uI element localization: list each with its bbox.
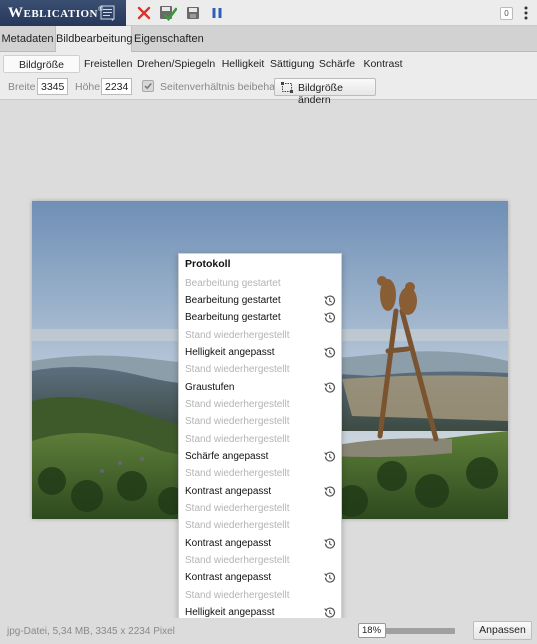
- subtab-saettigung[interactable]: Sättigung: [270, 55, 314, 73]
- status-bar: jpg-Datei, 5,34 MB, 3345 x 2234 Pixel 18…: [0, 618, 537, 644]
- zoom-slider[interactable]: 18%: [358, 623, 455, 638]
- edit-function-tabs: Bildgröße ändern Freistellen Drehen/Spie…: [0, 52, 537, 89]
- zoom-track[interactable]: [378, 628, 455, 634]
- history-entry-label: Bearbeitung gestartet: [185, 312, 281, 324]
- history-entry-label: Helligkeit angepasst: [185, 346, 275, 358]
- checkmark-icon: [144, 83, 152, 90]
- history-restore-icon[interactable]: [323, 294, 336, 307]
- width-input[interactable]: [37, 78, 68, 95]
- brand-logo[interactable]: Weblication®: [0, 0, 126, 26]
- history-entry-label: Schärfe angepasst: [185, 451, 269, 462]
- history-restore-icon[interactable]: [323, 485, 336, 498]
- history-entry[interactable]: Bearbeitung gestartet: [179, 292, 341, 309]
- subtab-freistellen[interactable]: Freistellen: [84, 55, 132, 73]
- fit-button[interactable]: Anpassen: [473, 621, 532, 640]
- history-entry[interactable]: Helligkeit angepasst: [179, 344, 341, 361]
- subtab-drehen-spiegeln[interactable]: Drehen/Spiegeln: [137, 55, 215, 73]
- history-entry[interactable]: Graustufen: [179, 379, 341, 396]
- history-entry-label: Stand wiederhergestellt: [185, 503, 290, 515]
- notification-counter[interactable]: 0: [500, 7, 513, 20]
- history-entry-label: Kontrast angepasst: [185, 485, 272, 497]
- save-check-icon[interactable]: [159, 4, 177, 22]
- history-entry[interactable]: Kontrast angepasst: [179, 535, 341, 552]
- history-entry: Stand wiederhergestellt: [179, 465, 341, 482]
- history-entry-label: Bearbeitung gestartet: [185, 277, 281, 289]
- history-entry: Stand wiederhergestellt: [179, 431, 341, 448]
- width-label: Breite: [8, 81, 36, 93]
- disk-icon[interactable]: [184, 4, 202, 22]
- history-entry-label: Stand wiederhergestellt: [185, 364, 290, 376]
- history-entry[interactable]: Kontrast angepasst: [179, 569, 341, 586]
- history-entry[interactable]: Bearbeitung gestartet: [179, 309, 341, 326]
- close-icon[interactable]: [135, 4, 153, 22]
- history-panel: Protokoll Bearbeitung gestartet Bearbeitu…: [178, 253, 342, 636]
- history-entry-label: Stand wiederhergestellt: [185, 520, 290, 532]
- height-label: Höhe: [75, 81, 101, 93]
- keep-ratio-checkbox[interactable]: [142, 80, 154, 92]
- history-title: Protokoll: [185, 258, 231, 270]
- subtab-schaerfe[interactable]: Schärfe: [317, 55, 357, 73]
- history-entry-label: Stand wiederhergestellt: [185, 329, 290, 341]
- zoom-value[interactable]: 18%: [358, 623, 386, 638]
- history-entry: Stand wiederhergestellt: [179, 500, 341, 517]
- history-entry-label: Stand wiederhergestellt: [185, 555, 290, 567]
- history-restore-icon[interactable]: [323, 450, 336, 463]
- history-entry: Stand wiederhergestellt: [179, 517, 341, 534]
- tab-bildbearbeitung[interactable]: Bildbearbeitung: [55, 26, 132, 53]
- top-toolbar: Weblication® 0: [0, 0, 537, 26]
- history-entry: Stand wiederhergestellt: [179, 361, 341, 378]
- tab-eigenschaften[interactable]: Eigenschaften: [134, 26, 204, 52]
- resize-options: Breite Höhe Seitenverhältnis beibehalten…: [0, 74, 537, 106]
- history-entry-label: Bearbeitung gestartet: [185, 294, 281, 306]
- history-restore-icon[interactable]: [323, 311, 336, 324]
- history-restore-icon[interactable]: [323, 381, 336, 394]
- file-info: jpg-Datei, 5,34 MB, 3345 x 2234 Pixel: [7, 626, 175, 637]
- history-entry[interactable]: Kontrast angepasst: [179, 483, 341, 500]
- tab-metadaten[interactable]: Metadaten: [0, 26, 55, 52]
- list-menu-icon[interactable]: [99, 4, 117, 22]
- history-entry-label: Stand wiederhergestellt: [185, 589, 290, 601]
- history-entry-label: Kontrast angepasst: [185, 572, 272, 584]
- height-input[interactable]: [101, 78, 132, 95]
- history-entry: Stand wiederhergestellt: [179, 413, 341, 430]
- history-restore-icon[interactable]: [323, 571, 336, 584]
- subtab-bildgroesse[interactable]: Bildgröße ändern: [3, 55, 80, 89]
- history-entry-label: Stand wiederhergestellt: [185, 433, 290, 445]
- history-entry-label: Helligkeit angepasst: [185, 607, 275, 619]
- subtab-kontrast[interactable]: Kontrast: [361, 55, 405, 73]
- vertical-dots-icon[interactable]: [522, 5, 530, 21]
- main-tabs: Metadaten Bildbearbeitung Eigenschaften: [0, 26, 537, 53]
- history-entry: Stand wiederhergestellt: [179, 396, 341, 413]
- history-restore-icon[interactable]: [323, 537, 336, 550]
- subtab-helligkeit[interactable]: Helligkeit: [218, 55, 268, 73]
- history-entry-label: Stand wiederhergestellt: [185, 398, 290, 410]
- history-entry[interactable]: Schärfe angepasst: [179, 448, 341, 465]
- resize-button[interactable]: Bildgröße ändern: [274, 78, 376, 106]
- history-entry-label: Stand wiederhergestellt: [185, 416, 290, 428]
- brand-name: Weblication®: [8, 5, 104, 21]
- resize-button-label: Bildgröße ändern: [298, 82, 343, 106]
- history-entry-label: Graustufen: [185, 381, 235, 393]
- keep-ratio-label: Seitenverhältnis beibehalten: [160, 81, 292, 93]
- history-entry: Stand wiederhergestellt: [179, 587, 341, 604]
- history-entry: Stand wiederhergestellt: [179, 327, 341, 344]
- history-entry: Stand wiederhergestellt: [179, 552, 341, 569]
- history-entry-label: Kontrast angepasst: [185, 537, 272, 549]
- resize-icon: [281, 82, 293, 93]
- history-entry-label: Stand wiederhergestellt: [185, 468, 290, 480]
- history-restore-icon[interactable]: [323, 346, 336, 359]
- history-entry: Bearbeitung gestartet: [179, 275, 341, 292]
- pause-icon[interactable]: [208, 4, 226, 22]
